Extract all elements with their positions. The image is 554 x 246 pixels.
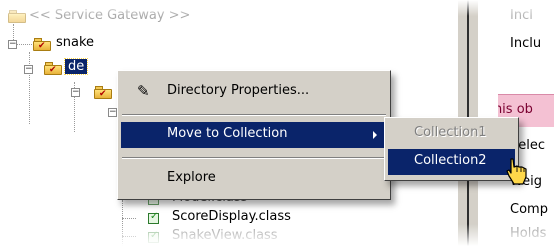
class-file-icon bbox=[148, 211, 159, 224]
folder-icon: ✔ bbox=[94, 86, 112, 99]
class-file-node[interactable]: ScoreDisplay.class bbox=[172, 209, 291, 224]
collapse-toggle-grandchild[interactable]: − bbox=[108, 108, 117, 117]
snake-node[interactable]: snake bbox=[56, 35, 94, 50]
submenu-item-collection1[interactable]: Collection1 bbox=[388, 121, 515, 147]
menu-separator bbox=[122, 157, 386, 159]
submenu-arrow-icon bbox=[373, 131, 377, 139]
detail-row: Inclu bbox=[510, 36, 542, 51]
service-gateway-node[interactable]: << Service Gateway >> bbox=[29, 8, 190, 23]
class-file-node[interactable]: SnakeView.class bbox=[172, 228, 278, 243]
collapse-toggle-snake[interactable]: − bbox=[8, 40, 17, 49]
collapse-toggle-child[interactable]: − bbox=[71, 88, 80, 97]
pencil-icon: ✎ bbox=[137, 82, 150, 100]
class-file-icon bbox=[148, 230, 159, 243]
collapse-toggle-de[interactable]: − bbox=[24, 65, 33, 74]
folder-icon: ✔ bbox=[33, 38, 51, 51]
folder-icon bbox=[8, 10, 26, 23]
menu-item-label: Directory Properties... bbox=[167, 83, 310, 98]
context-menu: ✎ Directory Properties... Move to Collec… bbox=[117, 70, 391, 200]
collection-submenu: Collection1 Collection2 bbox=[384, 117, 519, 181]
menu-item-label: Explore bbox=[167, 170, 216, 185]
menu-item-directory-properties[interactable]: ✎ Directory Properties... bbox=[121, 79, 387, 105]
menu-item-move-to-collection[interactable]: Move to Collection bbox=[121, 122, 387, 148]
folder-icon: ✔ bbox=[44, 62, 62, 75]
submenu-item-label: Collection2 bbox=[414, 153, 487, 168]
menu-item-explore[interactable]: Explore bbox=[121, 166, 387, 192]
detail-row: Comp bbox=[510, 202, 548, 217]
menu-item-label: Move to Collection bbox=[167, 126, 288, 141]
detail-row: Holds bbox=[510, 226, 547, 241]
selected-node[interactable]: de bbox=[63, 58, 89, 75]
banner-text: This ob bbox=[498, 102, 533, 117]
submenu-item-label: Collection1 bbox=[414, 125, 487, 140]
hand-cursor-icon bbox=[506, 158, 527, 185]
submenu-item-collection2[interactable]: Collection2 bbox=[388, 149, 515, 175]
menu-separator bbox=[122, 114, 386, 116]
detail-row: Incl bbox=[510, 8, 533, 23]
